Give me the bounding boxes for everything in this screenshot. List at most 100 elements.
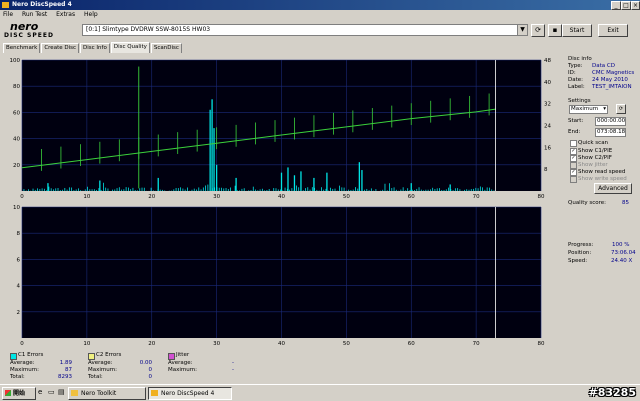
show-c1-checkbox[interactable]: ✓ xyxy=(570,148,577,155)
c2-average-value: 0.00 xyxy=(139,360,152,366)
folder-icon xyxy=(71,390,78,396)
c1-legend-swatch xyxy=(10,353,17,360)
end-position-value: 073:08.18 xyxy=(597,129,626,135)
show-c2-checkbox[interactable]: ✓ xyxy=(570,155,577,162)
c2-maximum-label: Maximum: xyxy=(88,367,117,373)
show-write-speed-checkbox xyxy=(570,176,577,183)
quick-scan-checkbox[interactable] xyxy=(570,140,577,147)
disc-type-label: Type: xyxy=(568,63,583,69)
x-tick-label: 0 xyxy=(20,194,24,200)
x-tick-label: 70 xyxy=(473,341,480,347)
taskbar-item-label: Nero DiscSpeed 4 xyxy=(161,390,215,397)
x-tick-label: 20 xyxy=(148,341,155,347)
show-read-speed-checkbox[interactable]: ✓ xyxy=(570,169,577,176)
tab-scandisc[interactable]: ScanDisc xyxy=(150,43,182,53)
end-position-input[interactable]: 073:08.18 xyxy=(595,128,626,137)
drive-select[interactable]: [0:1] Slimtype DVDRW SSW-8015S HW03 ▼ xyxy=(82,24,528,36)
jitter-maximum-label: Maximum: xyxy=(168,367,197,373)
disc-date-value: 24 May 2010 xyxy=(592,77,628,83)
start-position-value: 000:00.00 xyxy=(597,118,626,124)
start-button-label: Start xyxy=(569,27,585,34)
x-tick-label: 50 xyxy=(343,341,350,347)
taskbar-item-nero-discspeed[interactable]: Nero DiscSpeed 4 xyxy=(148,387,232,400)
y2-tick-label: 8 xyxy=(544,167,548,173)
c2-maximum-value: 0 xyxy=(148,367,153,373)
y-tick-label: 40 xyxy=(13,137,20,143)
jitter-average-value: - xyxy=(232,360,234,366)
c2-chart: 0 10 20 30 40 50 60 70 80 10 8 6 4 2 xyxy=(13,205,545,347)
menu-file[interactable]: File xyxy=(3,11,13,18)
start-position-input[interactable]: 000:00.00 xyxy=(595,117,626,126)
quality-score-label: Quality score: xyxy=(568,200,607,206)
y-tick-label: 4 xyxy=(17,284,21,290)
chevron-down-icon[interactable]: ▼ xyxy=(517,25,527,35)
logo-subtext: DISC SPEED xyxy=(4,32,54,39)
exit-button[interactable]: Exit xyxy=(598,24,628,37)
start-menu-label: 開始 xyxy=(13,390,26,397)
tab-disc-quality[interactable]: Disc Quality xyxy=(110,42,150,53)
taskbar-item-label: Nero Toolkit xyxy=(81,390,117,397)
minimize-button[interactable]: _ xyxy=(611,1,621,10)
save-icon[interactable]: ▪ xyxy=(548,24,562,37)
disc-label-value: TEST_IMTAION xyxy=(592,84,632,90)
c1-heading: C1 Errors xyxy=(18,352,44,358)
close-button[interactable]: × xyxy=(631,1,640,10)
window-title: Nero DiscSpeed 4 xyxy=(12,1,72,8)
app-icon xyxy=(2,2,9,8)
speed-select[interactable]: Maximum ▾ xyxy=(569,105,608,114)
advanced-button[interactable]: Advanced xyxy=(594,183,632,194)
chevron-down-icon: ▾ xyxy=(603,106,606,112)
quicklaunch-ie-icon[interactable]: e xyxy=(38,388,42,396)
tab-benchmark[interactable]: Benchmark xyxy=(3,43,41,53)
taskbar-item-nero-toolkit[interactable]: Nero Toolkit xyxy=(68,387,146,400)
upper-graph: 0 10 20 30 40 50 60 70 80 100 80 60 40 20 48 40 32 24 16 8 xyxy=(8,56,556,206)
quicklaunch-desktop-icon[interactable]: ▭ xyxy=(48,388,55,396)
y-tick-label: 80 xyxy=(13,84,20,90)
y2-tick-label: 32 xyxy=(544,102,551,108)
show-write-speed-label: Show write speed xyxy=(578,176,627,182)
x-tick-label: 30 xyxy=(213,194,220,200)
menu-run-test[interactable]: Run Test xyxy=(22,11,47,18)
quicklaunch-explorer-icon[interactable]: ▤ xyxy=(58,388,65,396)
tab-create-disc[interactable]: Create Disc xyxy=(41,43,80,53)
x-tick-label: 40 xyxy=(278,194,285,200)
c1-maximum-value: 87 xyxy=(65,367,72,373)
tab-disc-info[interactable]: Disc Info xyxy=(80,43,110,53)
x-tick-label: 70 xyxy=(473,194,480,200)
maximize-button[interactable]: □ xyxy=(621,1,631,10)
jitter-legend-swatch xyxy=(168,353,175,360)
y-tick-label: 2 xyxy=(17,310,21,316)
c1-average-label: Average: xyxy=(10,360,35,366)
stats-bar: C1 Errors Average: 1.89 Maximum: 87 Tota… xyxy=(0,350,560,382)
c2-heading: C2 Errors xyxy=(96,352,122,358)
right-panel: Disc info Type: Data CD ID: CMC Magnetic… xyxy=(566,56,636,346)
show-c2-label: Show C2/PIF xyxy=(578,155,612,161)
disc-label-label: Label: xyxy=(568,84,585,90)
y2-tick-label: 24 xyxy=(544,124,551,130)
start-menu-button[interactable]: 開始 xyxy=(2,387,36,400)
start-button[interactable]: Start xyxy=(562,24,592,37)
lower-graph: 0 10 20 30 40 50 60 70 80 10 8 6 4 2 xyxy=(8,203,556,351)
y-tick-label: 6 xyxy=(17,257,21,263)
y-tick-label: 60 xyxy=(13,110,20,116)
c2-total-value: 0 xyxy=(148,374,153,380)
quick-scan-label: Quick scan xyxy=(578,140,609,146)
x-tick-label: 60 xyxy=(408,341,415,347)
refresh-icon[interactable]: ⟳ xyxy=(531,24,545,37)
y-tick-label: 8 xyxy=(17,231,21,237)
disc-info-heading: Disc info xyxy=(568,56,592,62)
y-tick-label: 100 xyxy=(10,58,21,64)
menu-help[interactable]: Help xyxy=(84,11,98,18)
disc-id-label: ID: xyxy=(568,70,576,76)
position-label: Position: xyxy=(568,250,592,256)
x-tick-label: 80 xyxy=(538,194,545,200)
x-tick-label: 40 xyxy=(278,341,285,347)
c2-legend-swatch xyxy=(88,353,95,360)
disc-type-value: Data CD xyxy=(592,63,615,69)
speed-select-value: Maximum xyxy=(571,106,599,112)
menu-extras[interactable]: Extras xyxy=(56,11,75,18)
windows-logo-icon xyxy=(5,390,11,396)
title-bar: Nero DiscSpeed 4 _ □ × xyxy=(0,0,640,10)
progress-label: Progress: xyxy=(568,242,594,248)
refresh-speed-icon[interactable]: ⟳ xyxy=(616,104,626,114)
